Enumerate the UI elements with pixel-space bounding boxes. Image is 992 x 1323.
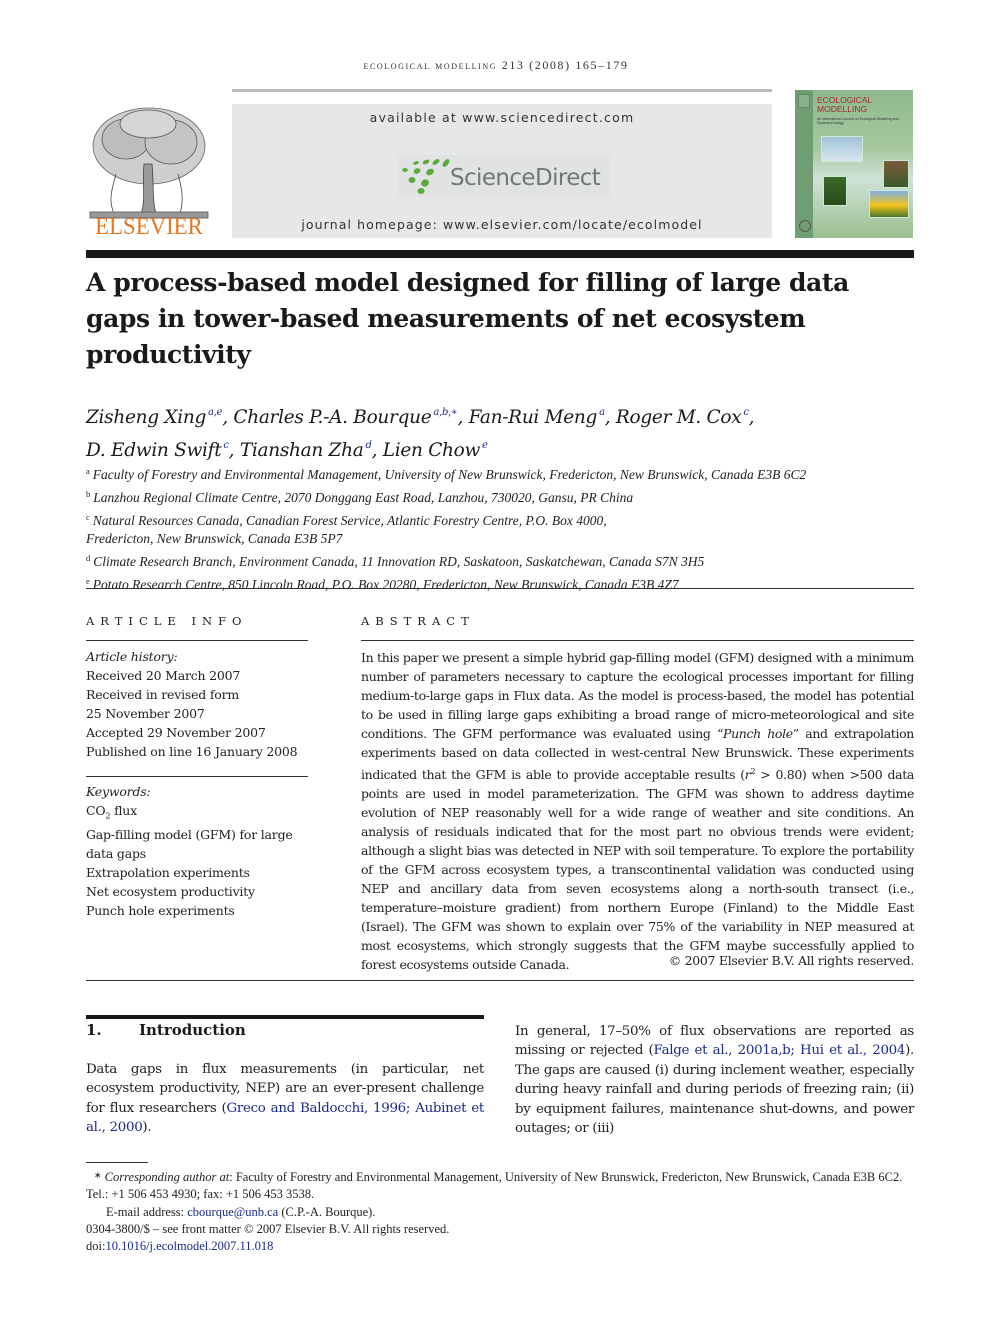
article-info-heading: ARTICLE INFO (86, 614, 248, 628)
title-rule (86, 250, 914, 258)
affiliation-list: a Faculty of Forestry and Environmental M… (86, 462, 916, 595)
keyword-item[interactable]: Punch hole experiments (86, 902, 308, 921)
citation-link[interactable]: Falge et al., 2001a,b (653, 1043, 790, 1058)
author-affiliation-marker[interactable]: e (482, 440, 488, 451)
introduction-heading: 1. Introduction (86, 1021, 246, 1039)
section-number: 1. (86, 1021, 102, 1039)
elsevier-wordmark: ELSEVIER (95, 214, 203, 240)
cover-photo-forest (883, 160, 909, 188)
doi-link[interactable]: 10.1016/j.ecolmodel.2007.11.018 (105, 1239, 273, 1253)
section-divider (86, 980, 914, 981)
footnote-rule (86, 1162, 148, 1163)
affiliation-item: a Faculty of Forestry and Environmental M… (86, 466, 807, 482)
email-link[interactable]: cbourque@unb.ca (187, 1205, 278, 1219)
sciencedirect-wordmark: ScienceDirect (450, 165, 601, 191)
cover-photo-landscape (821, 136, 863, 162)
doi-note: doi:10.1016/j.ecolmodel.2007.11.018 (86, 1239, 274, 1254)
email-note: E-mail address: cbourque@unb.ca (C.P.-A.… (106, 1204, 376, 1219)
corresponding-author-note: ∗ Corresponding author at: Faculty of Fo… (86, 1170, 903, 1202)
citation-link[interactable]: Greco and Baldocchi, 1996 (226, 1101, 406, 1116)
introduction-right-column: In general, 17–50% of flux observations … (515, 1024, 914, 1137)
keyword-item[interactable]: CO2 flux (86, 802, 308, 826)
abstract-copyright: © 2007 Elsevier B.V. All rights reserved… (668, 953, 915, 968)
article-history-label: Article history: (86, 649, 178, 664)
section-divider (86, 588, 914, 589)
history-item: Published on line 16 January 2008 (86, 743, 298, 759)
history-item: Received in revised form (86, 686, 240, 702)
keyword-item[interactable]: Gap-filling model (GFM) for large (86, 826, 308, 845)
author[interactable]: Roger M. Cox c (616, 407, 749, 428)
keyword-item[interactable]: data gaps (86, 845, 308, 864)
sciencedirect-dots-icon (402, 159, 450, 194)
introduction-rule (86, 1015, 484, 1019)
introduction-left-column: Data gaps in flux measurements (in parti… (86, 1062, 484, 1136)
citation-link[interactable]: Hui et al., 2004 (800, 1043, 905, 1058)
cover-spine-strip (795, 90, 813, 238)
cover-subtitle: An International Journal on Ecological M… (817, 117, 899, 125)
keywords-list: Keywords: CO2 flux Gap-filling model (GF… (86, 783, 308, 921)
available-at-link[interactable]: available at www.sciencedirect.com (232, 110, 772, 125)
affiliation-item: d Climate Research Branch, Environment Ca… (86, 553, 705, 570)
history-item: 25 November 2007 (86, 705, 205, 721)
abstract-text: In this paper we present a simple hybrid… (361, 650, 914, 973)
cover-title: ECOLOGICAL MODELLING (817, 96, 911, 114)
keywords-rule (86, 776, 308, 777)
header-rule (232, 89, 772, 92)
cover-publisher-emblem-icon (799, 220, 811, 232)
keyword-item[interactable]: Extrapolation experiments (86, 864, 308, 883)
running-head: ecological modelling 213 (2008) 165–179 (363, 58, 629, 72)
journal-cover-image: ECOLOGICAL MODELLING An International Jo… (795, 90, 913, 238)
author[interactable]: Tianshan Zha d (240, 440, 372, 461)
keyword-item[interactable]: Net ecosystem productivity (86, 883, 308, 902)
cover-elsevier-mini-logo (798, 94, 810, 108)
section-title: Introduction (139, 1021, 246, 1039)
cover-photo-butterfly (823, 176, 847, 206)
front-matter-note: 0304-3800/$ – see front matter © 2007 El… (86, 1221, 450, 1236)
footnotes: ∗ Corresponding author at: Faculty of Fo… (86, 1167, 914, 1255)
journal-homepage-link[interactable]: journal homepage: www.elsevier.com/locat… (232, 217, 772, 232)
affiliation-item-continued: Fredericton, New Brunswick, Canada E3B 5… (86, 531, 343, 547)
cover-title-line2: MODELLING (817, 104, 868, 114)
abstract-heading: ABSTRACT (361, 614, 475, 628)
affiliation-item: b Lanzhou Regional Climate Centre, 2070 D… (86, 488, 634, 505)
author[interactable]: Charles P.-A. Bourque a,b,∗ (233, 407, 457, 428)
author[interactable]: D. Edwin Swift c (86, 440, 229, 461)
history-item: Accepted 29 November 2007 (86, 724, 266, 740)
article-title: A process-based model designed for filli… (86, 268, 849, 369)
affiliation-item: e Potato Research Centre, 850 Lincoln Roa… (86, 575, 679, 592)
article-history: Article history: Received 20 March 2007 … (86, 648, 308, 761)
author-affiliation-marker[interactable]: a,b,∗ (433, 407, 457, 418)
author-list: Zisheng Xing a,e, Charles P.-A. Bourque a,… (86, 407, 755, 461)
author[interactable]: Fan-Rui Meng a (469, 407, 605, 428)
author[interactable]: Lien Chow e (383, 440, 488, 461)
abstract-rule (361, 640, 914, 641)
history-item: Received 20 March 2007 (86, 667, 241, 683)
author[interactable]: Zisheng Xing a,e (86, 407, 222, 428)
keywords-label: Keywords: (86, 784, 151, 799)
article-info-rule (86, 640, 308, 641)
author-affiliation-marker[interactable]: a,e (208, 407, 222, 418)
cover-photo-sunflower (869, 190, 909, 218)
affiliation-item: c Natural Resources Canada, Canadian Fore… (86, 511, 607, 528)
